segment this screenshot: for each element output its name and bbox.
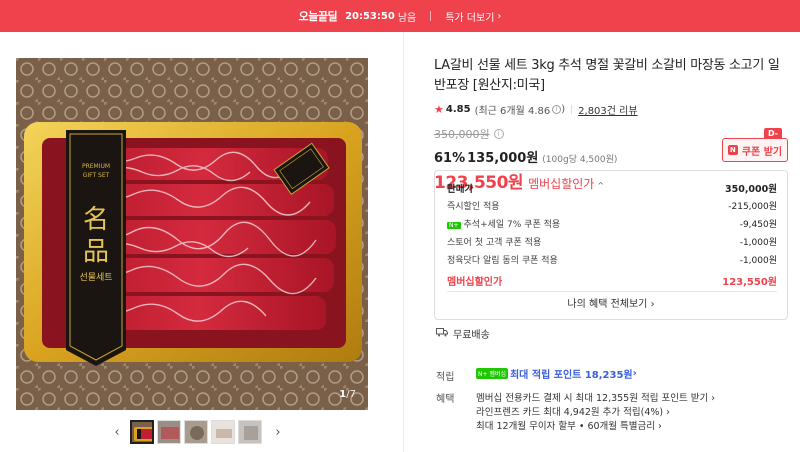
column-divider xyxy=(403,32,404,452)
image-counter: 1/7 xyxy=(339,389,356,400)
original-price: 350,000원 xyxy=(434,128,490,141)
breakdown-total-value: 123,550원 xyxy=(722,277,777,288)
naver-n-icon: N xyxy=(727,145,738,155)
sale-price: 135,000원 xyxy=(467,151,539,166)
thumbnail-list xyxy=(130,420,265,444)
breakdown-row-value: -1,000원 xyxy=(739,256,777,266)
thumbnail-3[interactable] xyxy=(184,420,208,444)
breakdown-row-value: -1,000원 xyxy=(739,238,777,248)
recent-rating-close: ) xyxy=(561,104,566,115)
breakdown-header-label: 판매가 xyxy=(447,184,474,195)
chevron-right-icon: › xyxy=(497,10,502,22)
breakdown-row: N+ 추석+세일 7% 쿠폰 적용 -9,450원 xyxy=(447,217,777,230)
points-text: 최대 적립 포인트 18,235원 xyxy=(509,370,633,381)
svg-text:名: 名 xyxy=(83,205,109,235)
benefit-item[interactable]: 멤버십 전용카드 결제 시 최대 12,355원 적립 포인트 받기 › xyxy=(476,390,715,404)
shipping-label: 무료배송 xyxy=(453,330,490,341)
svg-text:GIFT SET: GIFT SET xyxy=(83,172,110,179)
review-count-link[interactable]: 2,803건 리뷰 xyxy=(578,102,637,117)
rating-score: 4.85 xyxy=(445,104,471,115)
breakdown-row-value: -9,450원 xyxy=(739,220,777,230)
price-breakdown-box: 판매가 350,000원 즉시할인 적용 -215,000원 N+ 추석+세일 7… xyxy=(434,170,788,320)
benefits-label: 혜택 xyxy=(436,394,455,405)
chevron-right-icon: › xyxy=(708,393,716,404)
naver-membership-badge: N+ 멤버십 xyxy=(476,368,508,379)
star-icon: ★ xyxy=(434,103,444,116)
svg-text:PREMIUM: PREMIUM xyxy=(82,163,110,170)
promo-timer: 20:53:50 xyxy=(345,10,395,22)
chevron-right-icon: › xyxy=(663,407,670,418)
benefit-text: 멤버십 전용카드 결제 시 최대 12,355원 적립 포인트 받기 xyxy=(476,393,709,404)
promo-more-link[interactable]: 특가 더보기 › xyxy=(445,9,501,24)
breakdown-row-label-wrap: N+ 추석+세일 7% 쿠폰 적용 xyxy=(447,217,560,230)
promo-separator xyxy=(430,11,432,21)
chevron-right-icon[interactable]: › xyxy=(269,420,287,444)
breakdown-row-label: 추석+세일 7% 쿠폰 적용 xyxy=(463,220,561,230)
image-counter-total: /7 xyxy=(346,389,356,400)
benefit-text: 최대 12개월 무이자 할부 • 60개월 특별금리 xyxy=(476,421,655,432)
breakdown-row-label: 스토어 첫 고객 쿠폰 적용 xyxy=(447,238,542,248)
recent-rating: (최근 6개월 4.86 xyxy=(474,106,551,117)
chevron-right-icon: › xyxy=(632,368,637,379)
breakdown-row: 정육닷다 알림 동의 쿠폰 적용 -1,000원 xyxy=(447,253,777,266)
breakdown-row: 스토어 첫 고객 쿠폰 적용 -1,000원 xyxy=(447,235,777,248)
points-label: 적립 xyxy=(436,372,455,383)
rating-row: ★ 4.85 (최근 6개월 4.86 i) 2,803건 리뷰 xyxy=(434,102,790,117)
unit-price: (100g당 4,500원) xyxy=(542,155,618,165)
price-info-icon[interactable]: i xyxy=(493,129,504,139)
thumbnail-2[interactable] xyxy=(157,420,181,444)
info-icon[interactable]: i xyxy=(552,105,562,114)
thumbnail-4[interactable] xyxy=(211,420,235,444)
coupon-download-button[interactable]: N 쿠폰 받기 xyxy=(722,138,788,162)
discount-rate: 61% xyxy=(434,151,466,166)
all-benefits-button[interactable]: 나의 혜택 전체보기 › xyxy=(435,295,787,310)
all-benefits-label: 나의 혜택 전체보기 xyxy=(567,299,648,310)
thumbnail-strip: ‹ › xyxy=(108,420,287,444)
breakdown-header-value: 350,000원 xyxy=(724,184,777,195)
promo-bar: 오늘끝딜 20:53:50 남음 특가 더보기 › xyxy=(0,0,800,32)
breakdown-row: 즉시할인 적용 -215,000원 xyxy=(447,199,777,212)
svg-text:品: 品 xyxy=(83,237,109,267)
gift-label: PREMIUM GIFT SET 名 品 선물세트 xyxy=(66,130,126,366)
benefit-item[interactable]: 최대 12개월 무이자 할부 • 60개월 특별금리 › xyxy=(476,418,662,432)
promo-timer-suffix: 남음 xyxy=(397,12,417,24)
product-photo: PREMIUM GIFT SET 名 品 선물세트 xyxy=(16,58,368,410)
product-title: LA갈비 선물 세트 3kg 추석 명절 꽃갈비 소갈비 마장동 소고기 일반포… xyxy=(434,58,780,93)
chevron-left-icon[interactable]: ‹ xyxy=(108,420,126,444)
coupon-button-label: 쿠폰 받기 xyxy=(741,146,783,158)
breakdown-divider xyxy=(447,291,777,292)
chevron-right-icon: › xyxy=(655,421,662,432)
breakdown-row-value: -215,000원 xyxy=(728,202,777,212)
main-product-image[interactable]: PREMIUM GIFT SET 名 品 선물세트 1/7 xyxy=(16,58,368,410)
breakdown-row-label: 즉시할인 적용 xyxy=(447,202,500,212)
promo-logo: 오늘끝딜 xyxy=(298,10,338,23)
thumbnail-1[interactable] xyxy=(130,420,154,444)
truck-icon xyxy=(436,327,448,340)
naver-plus-icon: N+ xyxy=(447,222,461,229)
shipping-row: 무료배송 xyxy=(436,326,490,341)
points-link[interactable]: N+ 멤버십 최대 적립 포인트 18,235원 › xyxy=(476,366,637,381)
thumbnail-5[interactable] xyxy=(238,420,262,444)
breakdown-total-label: 멤버십할인가 xyxy=(447,277,503,288)
benefit-item[interactable]: 라인프렌즈 카드 최대 4,942원 추가 적립(4%) › xyxy=(476,404,670,418)
promo-more-label: 특가 더보기 xyxy=(445,12,495,24)
breakdown-row-label: 정육닷다 알림 동의 쿠폰 적용 xyxy=(447,256,558,266)
svg-text:선물세트: 선물세트 xyxy=(79,272,112,283)
breakdown-header: 판매가 350,000원 xyxy=(447,181,777,195)
rating-divider xyxy=(571,105,573,114)
breakdown-total: 멤버십할인가 123,550원 xyxy=(447,273,777,288)
benefit-text: 라인프렌즈 카드 최대 4,942원 추가 적립(4%) xyxy=(476,407,664,418)
chevron-right-icon: › xyxy=(650,299,655,310)
